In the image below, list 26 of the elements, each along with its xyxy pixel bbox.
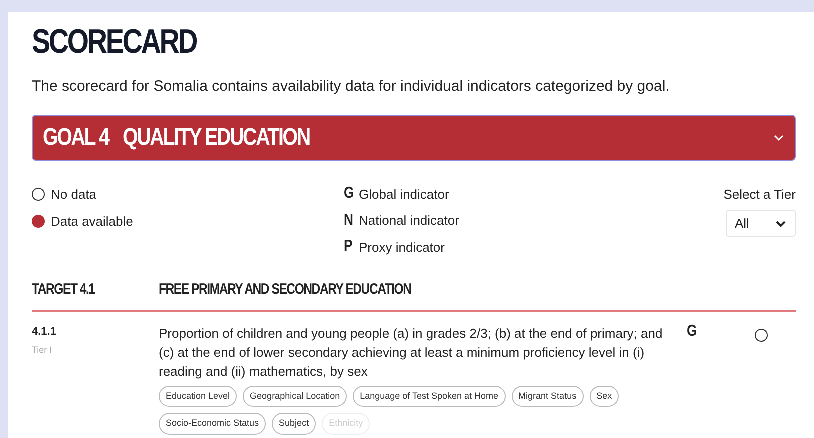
tier-select[interactable]: All: [726, 210, 796, 237]
legend-label: Global indicator: [359, 186, 450, 204]
indicator-description: Proportion of children and young people (a) in grades 2/3; (b) at the end of primary; and (c) at the end of lower secondary achieving at least a minimum proficiency level in (i) reading and (ii) mathematics, by sex: [159, 324, 664, 380]
indicator-letter: G: [687, 324, 698, 342]
legend-label: National indicator: [359, 212, 460, 230]
disaggregation-tag: Language of Test Spoken at Home: [353, 386, 506, 407]
indicator-letter: N: [344, 212, 354, 229]
disaggregation-tag: Geographical Location: [243, 386, 348, 407]
indicator-letter: P: [344, 239, 354, 256]
legend-label: No data: [51, 186, 97, 204]
tier-label: Tier I: [32, 344, 54, 357]
disaggregation-tag: Education Level: [159, 386, 238, 407]
target-name: FREE PRIMARY AND SECONDARY EDUCATION: [159, 280, 412, 300]
target-label: TARGET 4.1: [32, 280, 96, 300]
disaggregation-tag: Socio-Economic Status: [159, 413, 266, 434]
indicator-letter: G: [344, 186, 354, 202]
tier-select-label: Select a Tier: [724, 186, 796, 204]
legend-label: Proxy indicator: [359, 238, 445, 257]
disaggregation-tag: Subject: [272, 413, 316, 434]
goal-accordion[interactable]: GOAL 4 QUALITY EDUCATION: [32, 114, 796, 160]
page-title: SCORECARD: [32, 22, 197, 62]
legend-label: Data available: [51, 213, 134, 231]
intro-text: The scorecard for Somalia contains availability data for individual indicators categorized by goal.: [32, 77, 671, 97]
indicator-code: 4.1.1: [32, 324, 58, 340]
disaggregation-tag: Sex: [590, 386, 620, 407]
disaggregation-tag: Migrant Status: [512, 386, 584, 407]
